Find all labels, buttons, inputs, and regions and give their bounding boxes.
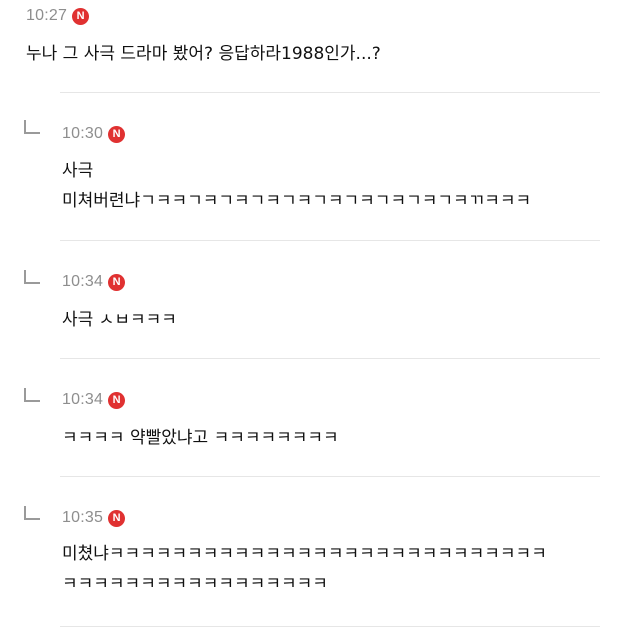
new-badge-icon: N: [72, 7, 90, 25]
reply-text-line: 미쳐버련냐ㄱㅋㅋㄱㅋㄱㅋㄱㅋㄱㅋㄱㅋㄱㅋㄱㅋㄱㅋㄱㅋㄲㅋㅋㅋ: [62, 191, 532, 211]
reply-arrow-icon: [24, 506, 40, 520]
reply-text-line: 사극 ㅅㅂㅋㅋㅋ: [62, 310, 177, 330]
comment-meta: 10:27 N: [26, 4, 90, 28]
new-badge-icon: N: [108, 273, 126, 291]
reply-text-line: 사극: [62, 161, 94, 181]
reply-time: 10:34: [62, 391, 104, 408]
reply-arrow-icon: [24, 388, 40, 402]
divider: [60, 358, 600, 359]
new-badge-icon: N: [108, 125, 126, 143]
reply-text-line: ㅋㅋㅋㅋ 약빨았냐고 ㅋㅋㅋㅋㅋㅋㅋㅋ: [62, 428, 339, 448]
new-badge-icon: N: [108, 391, 126, 409]
reply-time: 10:35: [62, 509, 104, 526]
comment-text: 누나 그 사극 드라마 봤어? 응답하라1988인가...?: [26, 44, 381, 64]
comment-time: 10:27: [26, 7, 68, 24]
divider: [60, 476, 600, 477]
divider: [60, 626, 600, 627]
new-badge-icon: N: [108, 509, 126, 527]
reply-text-line: ㅋㅋㅋㅋㅋㅋㅋㅋㅋㅋㅋㅋㅋㅋㅋㅋㅋ: [62, 574, 328, 594]
reply-time: 10:34: [62, 273, 104, 290]
reply-time: 10:30: [62, 125, 104, 142]
reply-arrow-icon: [24, 270, 40, 284]
reply-meta: 10:35 N: [62, 506, 126, 530]
reply-meta: 10:30 N: [62, 122, 126, 146]
reply-arrow-icon: [24, 120, 40, 134]
divider: [60, 92, 600, 93]
divider: [60, 240, 600, 241]
reply-meta: 10:34 N: [62, 388, 126, 412]
reply-meta: 10:34 N: [62, 270, 126, 294]
reply-text-line: 미쳤냐ㅋㅋㅋㅋㅋㅋㅋㅋㅋㅋㅋㅋㅋㅋㅋㅋㅋㅋㅋㅋㅋㅋㅋㅋㅋㅋㅋㅋ: [62, 544, 547, 564]
